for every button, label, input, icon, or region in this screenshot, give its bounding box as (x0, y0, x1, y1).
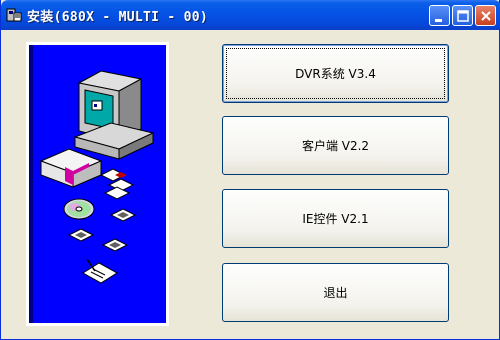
exit-button[interactable]: 退出 (222, 263, 449, 322)
installer-app-icon (6, 8, 22, 22)
close-button[interactable] (475, 5, 496, 26)
window-title: 安装(680X - MULTI - 00) (27, 10, 209, 25)
floppy-disk-box-icon (39, 148, 103, 188)
maximize-button[interactable] (452, 5, 473, 26)
client-button[interactable]: 客户端 V2.2 (222, 116, 449, 175)
maximize-icon (457, 10, 469, 22)
installer-window: 安装(680X - MULTI - 00) DVR系统 V3.4 客户端 V2.… (0, 0, 500, 340)
computer-icon (73, 70, 155, 160)
document-icon (82, 258, 118, 284)
setup-banner-panel (26, 42, 169, 326)
minimize-button[interactable] (429, 5, 450, 26)
ie-control-button[interactable]: IE控件 V2.1 (222, 189, 449, 248)
dvr-system-button[interactable]: DVR系统 V3.4 (222, 44, 449, 103)
minimize-icon (435, 19, 442, 22)
close-icon (481, 11, 491, 21)
setup-illustration (39, 70, 155, 284)
cd-disc-icon (63, 198, 95, 220)
title-bar[interactable]: 安装(680X - MULTI - 00) (1, 0, 500, 30)
